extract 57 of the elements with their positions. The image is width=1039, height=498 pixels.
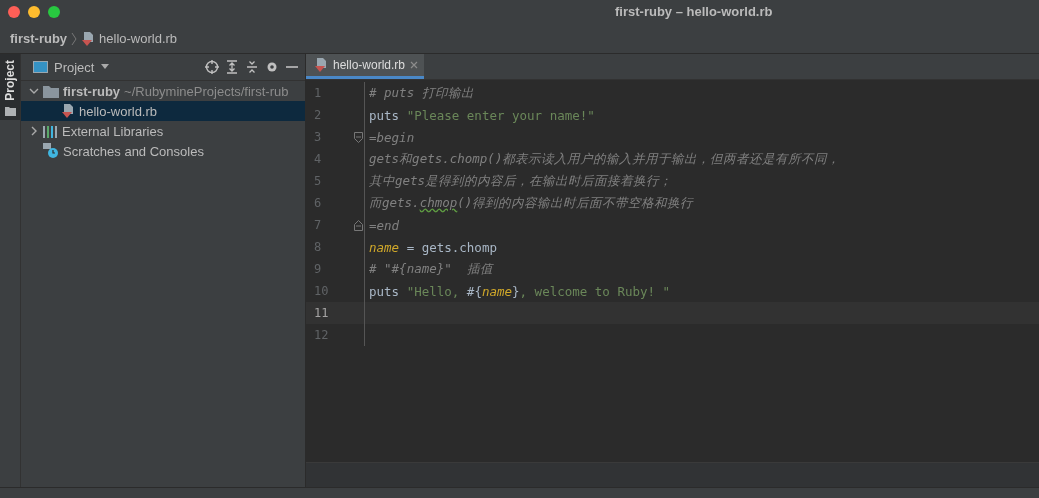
code-text: =begin [369, 129, 415, 145]
line-number: 4 [313, 152, 323, 166]
code-text: puts "Hello, #{name}, welcome to Ruby! " [369, 283, 671, 299]
tree-item-path: ~/RubymineProjects/first-rub [124, 83, 289, 99]
window-title: first-ruby – hello-world.rb [615, 4, 773, 19]
line-number: 10 [313, 284, 330, 298]
window-icon [33, 61, 48, 73]
line-number: 6 [313, 196, 323, 210]
code-text: =end [369, 217, 400, 233]
tree-item-label: External Libraries [62, 123, 164, 139]
zoom-window-button[interactable] [48, 6, 60, 18]
line-number: 12 [313, 328, 330, 342]
library-icon [43, 124, 58, 138]
settings-icon[interactable] [265, 60, 279, 74]
panel-title[interactable]: Project [54, 59, 95, 75]
line-number: 3 [313, 130, 323, 144]
line-number: 5 [313, 174, 323, 188]
ruby-file-icon [61, 103, 75, 119]
fold-marker-icon[interactable] [353, 219, 363, 231]
tree-item[interactable]: hello-world.rb [21, 101, 305, 121]
project-tool-tab[interactable]: Project [0, 54, 20, 120]
code-text: gets和gets.chomp()都表示读入用户的输入并用于输出，但两者还是有所不同， [369, 150, 841, 168]
fold-marker-icon[interactable] [353, 131, 363, 143]
tree-item[interactable]: Scratches and Consoles [21, 141, 305, 161]
folder-icon [43, 84, 59, 98]
tree-item[interactable]: first-ruby ~/RubymineProjects/first-rub [21, 81, 305, 101]
close-tab-icon[interactable] [410, 61, 419, 69]
folder-icon [4, 106, 16, 116]
tree-item-label: Scratches and Consoles [63, 143, 204, 159]
code-text: 而gets.chmop()得到的内容输出时后面不带空格和换行 [369, 194, 694, 212]
code-text: puts "Please enter your name!" [369, 107, 595, 123]
code-text: # puts 打印输出 [369, 84, 474, 102]
locate-target-icon[interactable] [205, 60, 219, 74]
breadcrumb-separator-icon [71, 31, 78, 46]
line-number: 9 [313, 262, 323, 276]
line-number: 11 [313, 306, 330, 320]
ruby-file-icon [314, 57, 328, 73]
expand-all-icon[interactable] [225, 60, 239, 74]
code-text: 其中gets是得到的内容后，在输出时后面接着换行； [369, 172, 673, 190]
code-text: name = gets.chomp [369, 239, 497, 255]
line-number: 7 [313, 218, 323, 232]
line-number: 1 [313, 86, 323, 100]
ruby-file-icon [81, 30, 96, 47]
tree-item-label: hello-world.rb [79, 103, 158, 119]
close-window-button[interactable] [8, 6, 20, 18]
breadcrumb-item[interactable]: hello-world.rb [99, 31, 178, 46]
collapse-all-icon[interactable] [245, 60, 259, 74]
scratch-console-icon [43, 143, 59, 159]
line-number: 2 [313, 108, 323, 122]
minimize-window-button[interactable] [28, 6, 40, 18]
line-number: 8 [313, 240, 323, 254]
dropdown-caret-icon[interactable] [100, 64, 111, 70]
tree-item-label: first-ruby [63, 83, 121, 99]
tree-item[interactable]: External Libraries [21, 121, 305, 141]
code-text: # "#{name}" 插值 [369, 260, 493, 278]
breadcrumb-item[interactable]: first-ruby [10, 31, 68, 46]
editor-tab[interactable]: hello-world.rb [306, 54, 425, 79]
